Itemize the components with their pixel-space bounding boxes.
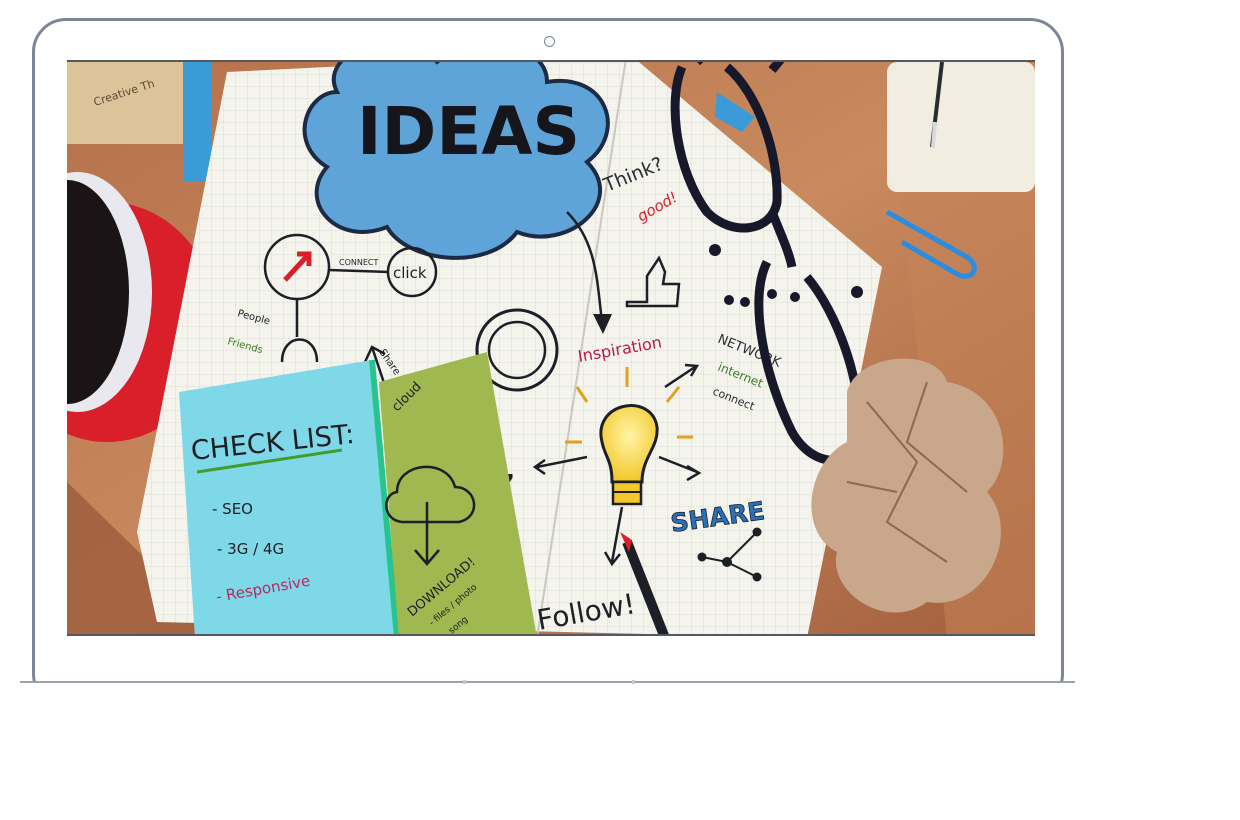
blue-folder [183, 62, 211, 182]
base-notch-right [632, 680, 635, 684]
laptop-base-cover [20, 683, 1080, 723]
base-notch-left [463, 680, 466, 684]
corner-note: Creative Th [67, 62, 185, 144]
ideas-cloud: IDEAS [302, 62, 610, 260]
ideas-text: IDEAS [357, 93, 580, 170]
checklist-note [179, 359, 400, 634]
notepad [887, 62, 1035, 192]
laptop-base [20, 681, 1075, 683]
webcam-icon [544, 36, 555, 47]
checklist-item-seo: - SEO [212, 500, 253, 518]
laptop-screen: Creative Th IDEAS CONNECT click People F… [67, 60, 1035, 636]
connect-label: CONNECT [339, 258, 378, 267]
click-label: click [393, 264, 427, 282]
checklist-item-3g4g: - 3G / 4G [217, 540, 284, 558]
desk-illustration: Creative Th IDEAS CONNECT click People F… [67, 62, 1035, 634]
